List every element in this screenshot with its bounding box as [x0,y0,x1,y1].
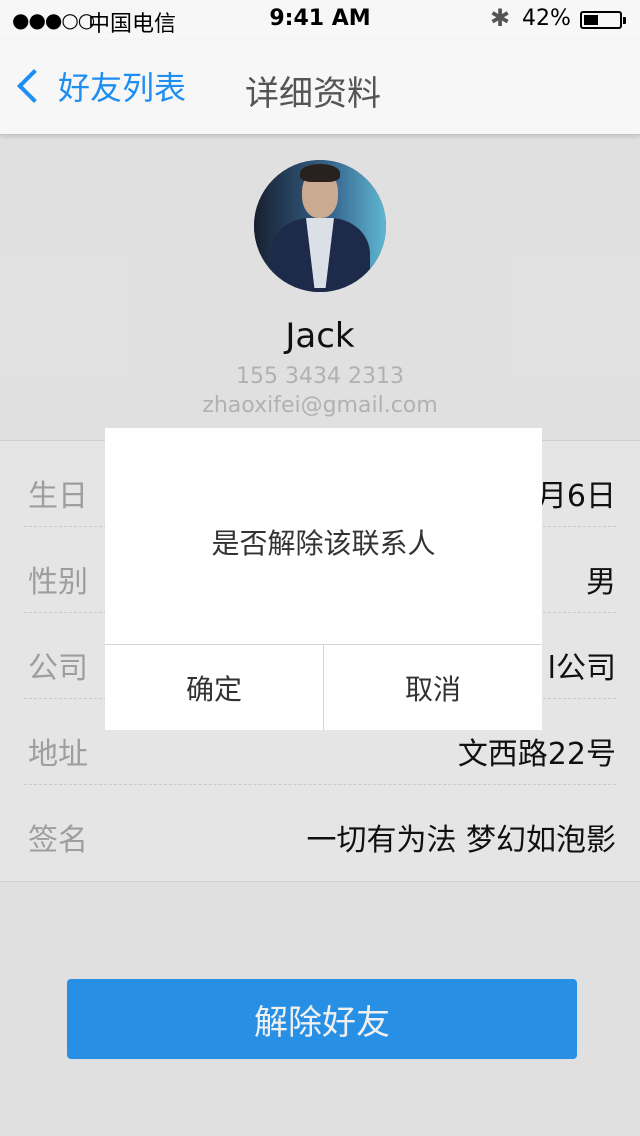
status-bar: ●●●○○ 中国电信 9:41 AM ✱ 42% [0,0,640,40]
back-button-label: 好友列表 [58,69,187,107]
cancel-button[interactable]: 取消 [324,645,542,730]
chevron-left-icon [17,69,51,103]
battery-fill [584,15,598,25]
navigation-bar: 好友列表 详细资料 [0,40,640,135]
confirm-dialog: 是否解除该联系人 确定 取消 [105,428,542,730]
bluetooth-icon: ✱ [490,4,511,32]
confirm-button[interactable]: 确定 [105,645,323,730]
dialog-message: 是否解除该联系人 [211,527,436,560]
back-button[interactable]: 好友列表 [12,60,186,112]
page-title: 详细资料 [245,74,381,114]
battery-percent: 42% [522,6,571,31]
battery-icon [580,11,626,29]
